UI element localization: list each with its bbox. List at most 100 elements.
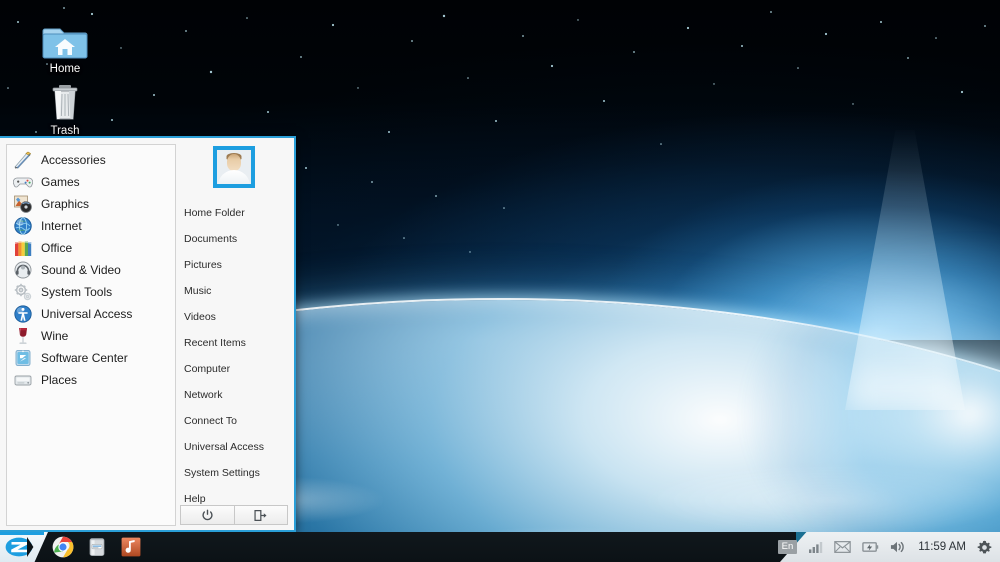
desktop-icon-trash[interactable]: Trash	[24, 74, 106, 137]
menu-place-label: Connect To	[184, 415, 237, 427]
system-tray-area: En	[780, 532, 1000, 562]
menu-place-label: Recent Items	[184, 337, 246, 349]
sound-video-headphones-icon	[13, 260, 33, 280]
menu-place-label: Computer	[184, 363, 230, 375]
menu-place-label: Music	[184, 285, 211, 297]
menu-place-label: Help	[184, 493, 206, 505]
menu-category-system-tools[interactable]: System Tools	[7, 281, 175, 303]
menu-place-network[interactable]: Network	[176, 382, 292, 408]
wine-glass-icon	[13, 326, 33, 346]
network-indicator[interactable]	[808, 540, 823, 554]
taskbar: En	[0, 532, 1000, 562]
menu-place-label: Videos	[184, 311, 216, 323]
volume-speaker-icon	[890, 540, 907, 554]
avatar-body	[218, 170, 250, 188]
shutdown-button[interactable]	[181, 506, 235, 524]
menu-place-label: Home Folder	[184, 207, 245, 219]
menu-place-system-settings[interactable]: System Settings	[176, 460, 292, 486]
battery-icon	[862, 541, 879, 553]
menu-category-label: Accessories	[41, 153, 106, 167]
menu-category-label: Graphics	[41, 197, 89, 211]
menu-categories-list: Accessories Games	[6, 144, 176, 526]
menu-category-office[interactable]: Office	[7, 237, 175, 259]
user-avatar-icon[interactable]	[213, 146, 255, 188]
keyboard-layout-label: En	[778, 540, 798, 554]
menu-place-universal-access[interactable]: Universal Access	[176, 434, 292, 460]
gear-icon	[977, 540, 992, 555]
wallpaper-sun-glow	[700, 120, 1000, 540]
start-button-accent	[0, 532, 44, 535]
trash-can-icon	[24, 74, 106, 122]
menu-place-connect-to[interactable]: Connect To	[176, 408, 292, 434]
volume-indicator[interactable]	[890, 540, 907, 554]
universal-access-icon	[13, 304, 33, 324]
menu-category-accessories[interactable]: Accessories	[7, 149, 175, 171]
mail-indicator[interactable]	[834, 541, 851, 553]
desktop-screen: Home Trash	[0, 0, 1000, 562]
menu-category-label: Universal Access	[41, 307, 132, 321]
menu-category-label: Places	[41, 373, 77, 387]
zorin-z-logo-icon	[5, 535, 35, 559]
menu-places-column: Home Folder Documents Pictures Music Vid…	[176, 138, 292, 530]
menu-place-label: Network	[184, 389, 223, 401]
mail-envelope-icon	[834, 541, 851, 553]
settings-button[interactable]	[977, 540, 992, 555]
keyboard-layout-indicator[interactable]: En	[778, 540, 798, 554]
menu-category-label: Software Center	[41, 351, 128, 365]
menu-place-home-folder[interactable]: Home Folder	[176, 200, 292, 226]
start-menu-button[interactable]	[0, 532, 48, 562]
software-center-icon	[13, 348, 33, 368]
taskbar-launchers	[52, 532, 142, 562]
menu-category-label: Internet	[41, 219, 82, 233]
menu-category-label: System Tools	[41, 285, 112, 299]
games-gamepad-icon	[13, 172, 33, 192]
menu-categories-column: Accessories Games	[0, 138, 176, 530]
graphics-icon	[13, 194, 33, 214]
launcher-file-manager[interactable]	[86, 536, 108, 558]
system-tray: En	[778, 532, 992, 562]
menu-category-universal-access[interactable]: Universal Access	[7, 303, 175, 325]
accessories-icon	[13, 150, 33, 170]
menu-place-computer[interactable]: Computer	[176, 356, 292, 382]
menu-session-buttons	[180, 505, 288, 525]
menu-category-wine[interactable]: Wine	[7, 325, 175, 347]
menu-category-label: Games	[41, 175, 80, 189]
menu-place-videos[interactable]: Videos	[176, 304, 292, 330]
menu-category-label: Sound & Video	[41, 263, 121, 277]
logout-button[interactable]	[235, 506, 288, 524]
desktop-icon-home[interactable]: Home	[24, 12, 106, 75]
menu-category-games[interactable]: Games	[7, 171, 175, 193]
clock[interactable]: 11:59 AM	[918, 541, 966, 553]
menu-category-internet[interactable]: Internet	[7, 215, 175, 237]
launcher-chrome-browser[interactable]	[52, 536, 74, 558]
application-menu-panel: Accessories Games	[0, 136, 296, 532]
clock-label: 11:59 AM	[918, 541, 966, 553]
menu-place-label: System Settings	[184, 467, 260, 479]
menu-place-label: Pictures	[184, 259, 222, 271]
menu-place-label: Universal Access	[184, 441, 264, 453]
menu-category-sound-video[interactable]: Sound & Video	[7, 259, 175, 281]
file-manager-icon	[86, 536, 108, 558]
music-player-icon	[120, 536, 142, 558]
menu-place-pictures[interactable]: Pictures	[176, 252, 292, 278]
menu-place-music[interactable]: Music	[176, 278, 292, 304]
menu-category-software-center[interactable]: Software Center	[7, 347, 175, 369]
menu-place-label: Documents	[184, 233, 237, 245]
internet-globe-icon	[13, 216, 33, 236]
places-drive-icon	[13, 370, 33, 390]
chrome-browser-icon	[52, 536, 74, 558]
logout-icon	[254, 509, 268, 522]
power-icon	[201, 509, 214, 522]
menu-category-label: Wine	[41, 329, 68, 343]
menu-place-recent-items[interactable]: Recent Items	[176, 330, 292, 356]
battery-indicator[interactable]	[862, 541, 879, 553]
avatar-head	[227, 154, 241, 171]
menu-category-places[interactable]: Places	[7, 369, 175, 391]
launcher-music-player[interactable]	[120, 536, 142, 558]
menu-category-label: Office	[41, 241, 72, 255]
menu-category-graphics[interactable]: Graphics	[7, 193, 175, 215]
home-folder-icon	[24, 12, 106, 60]
system-tools-gears-icon	[13, 282, 33, 302]
network-signal-icon	[808, 540, 823, 554]
menu-place-documents[interactable]: Documents	[176, 226, 292, 252]
